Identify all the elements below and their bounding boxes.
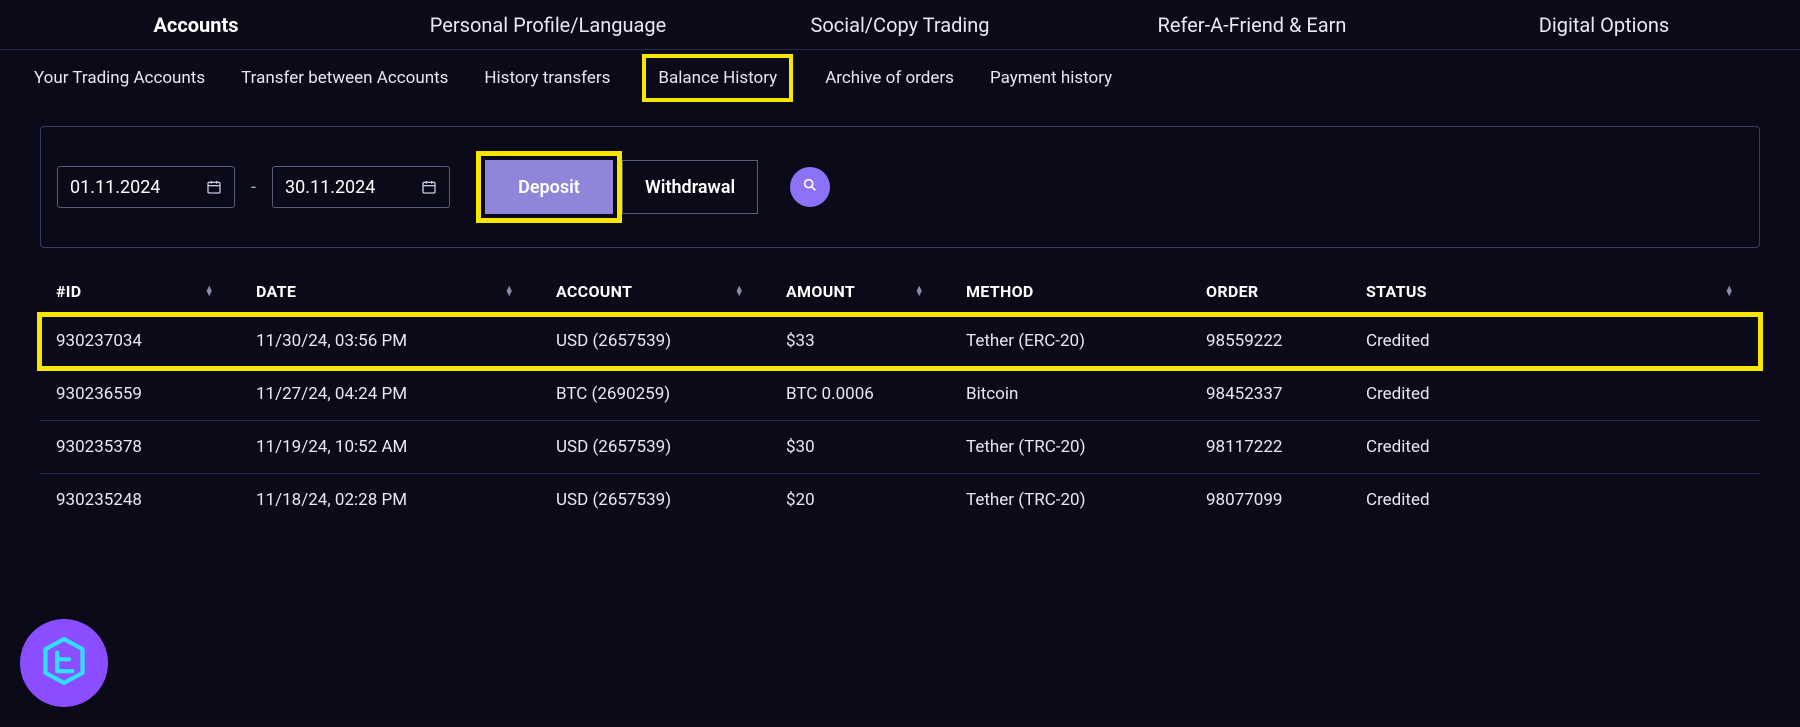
cell-order: 98559222: [1190, 315, 1350, 368]
date-from-input[interactable]: 01.11.2024: [57, 166, 235, 208]
th-id-label: #ID: [56, 282, 81, 301]
sub-nav: Your Trading Accounts Transfer between A…: [0, 50, 1800, 106]
table-row[interactable]: 93023703411/30/24, 03:56 PMUSD (2657539)…: [40, 315, 1760, 368]
cell-id: 930236559: [40, 368, 240, 421]
cell-method: Tether (TRC-20): [950, 421, 1190, 474]
th-account[interactable]: ACCOUNT ▲▼: [540, 268, 770, 315]
cell-amount: BTC 0.0006: [770, 368, 950, 421]
brand-logo[interactable]: [20, 619, 108, 707]
sort-icon: ▲▼: [915, 287, 934, 297]
history-table: #ID ▲▼ DATE ▲▼ ACCOUNT ▲▼ AMOUNT ▲▼ METHOD O…: [40, 268, 1760, 526]
logo-icon: [37, 634, 91, 692]
filter-panel: 01.11.2024 - 30.11.2024 Deposit Withdraw…: [40, 126, 1760, 248]
cell-id: 930235378: [40, 421, 240, 474]
date-range-separator: -: [249, 177, 258, 198]
cell-date: 11/18/24, 02:28 PM: [240, 474, 540, 527]
cell-id: 930237034: [40, 315, 240, 368]
table-row[interactable]: 93023655911/27/24, 04:24 PMBTC (2690259)…: [40, 368, 1760, 421]
cell-order: 98077099: [1190, 474, 1350, 527]
topnav-social[interactable]: Social/Copy Trading: [724, 3, 1076, 47]
calendar-icon: [206, 179, 222, 195]
deposit-highlight: Deposit: [476, 151, 622, 223]
th-order[interactable]: ORDER: [1190, 268, 1350, 315]
subnav-history-transfers[interactable]: History transfers: [480, 62, 614, 94]
cell-amount: $33: [770, 315, 950, 368]
table-row[interactable]: 93023537811/19/24, 10:52 AMUSD (2657539)…: [40, 421, 1760, 474]
cell-order: 98452337: [1190, 368, 1350, 421]
cell-order: 98117222: [1190, 421, 1350, 474]
calendar-icon: [421, 179, 437, 195]
cell-account: BTC (2690259): [540, 368, 770, 421]
topnav-digital-options[interactable]: Digital Options: [1428, 3, 1780, 47]
cell-status: Credited: [1350, 368, 1760, 421]
topnav-profile[interactable]: Personal Profile/Language: [372, 3, 724, 47]
cell-account: USD (2657539): [540, 474, 770, 527]
cell-method: Tether (TRC-20): [950, 474, 1190, 527]
withdrawal-toggle[interactable]: Withdrawal: [622, 160, 758, 214]
subnav-payment-history[interactable]: Payment history: [986, 62, 1116, 94]
cell-status: Credited: [1350, 421, 1760, 474]
subnav-archive-orders[interactable]: Archive of orders: [821, 62, 958, 94]
th-amount-label: AMOUNT: [786, 282, 855, 301]
sort-icon: ▲▼: [205, 287, 224, 297]
subnav-balance-history[interactable]: Balance History: [642, 54, 793, 102]
sort-icon: ▲▼: [1725, 287, 1744, 297]
cell-account: USD (2657539): [540, 315, 770, 368]
th-status-label: STATUS: [1366, 282, 1427, 301]
th-order-label: ORDER: [1206, 282, 1258, 301]
cell-date: 11/27/24, 04:24 PM: [240, 368, 540, 421]
th-date[interactable]: DATE ▲▼: [240, 268, 540, 315]
th-amount[interactable]: AMOUNT ▲▼: [770, 268, 950, 315]
topnav-refer[interactable]: Refer-A-Friend & Earn: [1076, 3, 1428, 47]
th-method-label: METHOD: [966, 282, 1034, 301]
th-date-label: DATE: [256, 282, 296, 301]
th-id[interactable]: #ID ▲▼: [40, 268, 240, 315]
cell-method: Bitcoin: [950, 368, 1190, 421]
table-row[interactable]: 93023524811/18/24, 02:28 PMUSD (2657539)…: [40, 474, 1760, 527]
search-button[interactable]: [790, 167, 830, 207]
date-to-value: 30.11.2024: [285, 177, 375, 198]
type-toggle-group: Deposit Withdrawal: [476, 151, 758, 223]
top-nav: Accounts Personal Profile/Language Socia…: [0, 0, 1800, 50]
deposit-toggle[interactable]: Deposit: [485, 160, 613, 214]
cell-date: 11/30/24, 03:56 PM: [240, 315, 540, 368]
cell-method: Tether (ERC-20): [950, 315, 1190, 368]
th-method[interactable]: METHOD: [950, 268, 1190, 315]
cell-date: 11/19/24, 10:52 AM: [240, 421, 540, 474]
cell-amount: $30: [770, 421, 950, 474]
cell-amount: $20: [770, 474, 950, 527]
cell-status: Credited: [1350, 315, 1760, 368]
topnav-accounts[interactable]: Accounts: [20, 3, 372, 47]
date-from-value: 01.11.2024: [70, 177, 160, 198]
th-account-label: ACCOUNT: [556, 282, 632, 301]
subnav-transfer[interactable]: Transfer between Accounts: [237, 62, 452, 94]
cell-account: USD (2657539): [540, 421, 770, 474]
sort-icon: ▲▼: [505, 287, 524, 297]
cell-status: Credited: [1350, 474, 1760, 527]
date-to-input[interactable]: 30.11.2024: [272, 166, 450, 208]
sort-icon: ▲▼: [735, 287, 754, 297]
th-status[interactable]: STATUS ▲▼: [1350, 268, 1760, 315]
subnav-trading-accounts[interactable]: Your Trading Accounts: [30, 62, 209, 94]
cell-id: 930235248: [40, 474, 240, 527]
search-icon: [802, 177, 818, 197]
